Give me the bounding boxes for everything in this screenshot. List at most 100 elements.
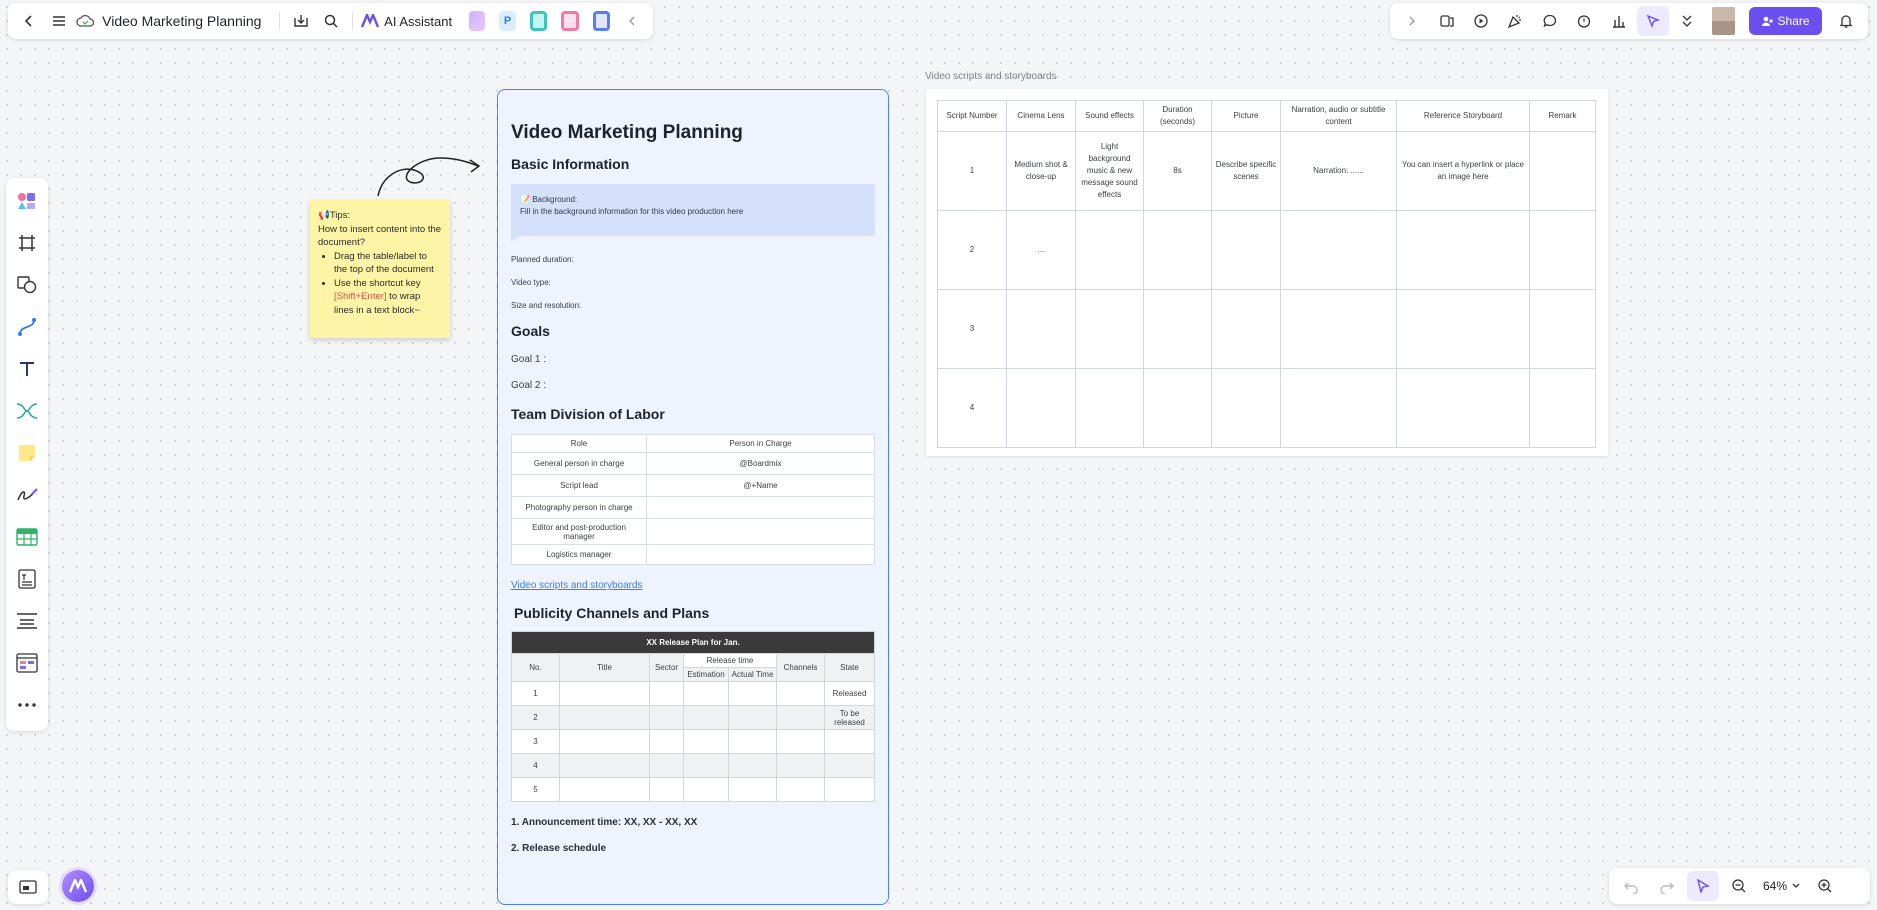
follow-cursor-icon[interactable] bbox=[1636, 6, 1670, 36]
sticky-note[interactable]: 📢Tips: How to insert content into the do… bbox=[310, 200, 450, 338]
minimap-button[interactable] bbox=[8, 870, 48, 904]
goal-2-field[interactable]: Goal 2 : bbox=[511, 380, 875, 391]
connector-icon[interactable] bbox=[10, 310, 44, 344]
more-chevron-icon[interactable] bbox=[1671, 6, 1703, 36]
release-cell-state[interactable] bbox=[824, 753, 875, 778]
release-cell-no[interactable]: 5 bbox=[511, 777, 560, 802]
release-cell[interactable] bbox=[559, 753, 650, 778]
goal-1-field[interactable]: Goal 1 : bbox=[511, 354, 875, 365]
team-cell[interactable] bbox=[646, 518, 875, 545]
frame-icon[interactable] bbox=[10, 226, 44, 260]
sb-cell[interactable] bbox=[1396, 210, 1530, 290]
ai-assistant-button[interactable]: AI Assistant bbox=[361, 14, 452, 29]
sb-cell[interactable] bbox=[1280, 210, 1397, 290]
document-block[interactable]: Video Marketing Planning Basic Informati… bbox=[497, 89, 889, 905]
release-plan-table[interactable]: XX Release Plan for Jan. No. Title Secto… bbox=[511, 631, 875, 802]
storyboard-frame-title[interactable]: Video scripts and storyboards bbox=[925, 71, 1057, 82]
sb-cell[interactable] bbox=[1211, 289, 1281, 369]
document-icon[interactable] bbox=[10, 562, 44, 596]
release-cell-state[interactable]: Released bbox=[824, 681, 875, 706]
release-cell[interactable] bbox=[776, 777, 825, 802]
sb-cell[interactable] bbox=[1006, 289, 1076, 369]
sb-cell[interactable] bbox=[1211, 368, 1281, 448]
announcement-time[interactable]: 1. Announcement time: XX, XX - XX, XX bbox=[511, 817, 875, 828]
background-callout[interactable]: 📝 Background: Fill in the background inf… bbox=[511, 184, 875, 242]
sb-cell[interactable]: 2 bbox=[937, 210, 1007, 290]
release-cell[interactable] bbox=[776, 681, 825, 706]
sb-cell[interactable] bbox=[1529, 368, 1596, 448]
release-cell[interactable] bbox=[683, 705, 729, 730]
notification-bell-icon[interactable] bbox=[1830, 6, 1862, 36]
ai-presentation-icon[interactable]: P bbox=[499, 11, 516, 31]
release-cell[interactable] bbox=[728, 705, 777, 730]
ai-flowchart-icon[interactable] bbox=[561, 11, 579, 31]
ai-assistant-bubble-icon[interactable] bbox=[62, 870, 94, 902]
sb-cell[interactable] bbox=[1529, 210, 1596, 290]
release-cell[interactable] bbox=[649, 729, 684, 754]
release-cell-no[interactable]: 2 bbox=[511, 705, 560, 730]
sb-cell[interactable] bbox=[1143, 289, 1212, 369]
team-cell[interactable]: Script lead bbox=[511, 474, 647, 497]
ai-image-icon[interactable] bbox=[469, 11, 486, 31]
kanban-icon[interactable] bbox=[10, 646, 44, 680]
vote-icon[interactable] bbox=[1602, 6, 1634, 36]
sticky-note-icon[interactable] bbox=[10, 436, 44, 470]
ai-chat-icon[interactable] bbox=[592, 11, 610, 31]
release-cell[interactable] bbox=[776, 753, 825, 778]
release-cell[interactable] bbox=[776, 705, 825, 730]
release-cell[interactable] bbox=[559, 705, 650, 730]
sb-cell[interactable] bbox=[1075, 289, 1144, 369]
list-icon[interactable] bbox=[10, 604, 44, 638]
sb-cell[interactable] bbox=[1211, 210, 1281, 290]
release-cell[interactable] bbox=[649, 777, 684, 802]
sb-cell[interactable] bbox=[1075, 368, 1144, 448]
team-table[interactable]: Role Person in Charge General person in … bbox=[511, 434, 875, 565]
video-type-field[interactable]: Video type: bbox=[511, 278, 875, 287]
sb-cell[interactable]: Medium shot & close-up bbox=[1006, 131, 1076, 211]
sb-cell[interactable]: 4 bbox=[937, 368, 1007, 448]
team-cell[interactable]: Editor and post-production manager bbox=[511, 518, 647, 545]
templates-icon[interactable] bbox=[1430, 6, 1462, 36]
more-tools-icon[interactable] bbox=[10, 688, 44, 722]
release-cell-no[interactable]: 1 bbox=[511, 681, 560, 706]
undo-icon[interactable] bbox=[1615, 871, 1647, 901]
zoom-out-icon[interactable] bbox=[1723, 871, 1755, 901]
sb-cell[interactable]: 3 bbox=[937, 289, 1007, 369]
release-cell-no[interactable]: 3 bbox=[511, 729, 560, 754]
celebrate-icon[interactable] bbox=[1499, 6, 1531, 36]
release-cell-state[interactable]: To be released bbox=[824, 705, 875, 730]
planned-duration-field[interactable]: Planned duration: bbox=[511, 255, 875, 264]
release-cell[interactable] bbox=[776, 729, 825, 754]
release-cell-no[interactable]: 4 bbox=[511, 753, 560, 778]
sb-cell[interactable] bbox=[1075, 210, 1144, 290]
sb-cell[interactable] bbox=[1006, 368, 1076, 448]
size-resolution-field[interactable]: Size and resolution: bbox=[511, 301, 875, 310]
team-cell[interactable]: @+Name bbox=[646, 474, 875, 497]
team-cell[interactable]: @Boardmix bbox=[646, 452, 875, 475]
storyboard-table[interactable]: Script Number Cinema Lens Sound effects … bbox=[937, 100, 1596, 448]
sb-cell[interactable] bbox=[1529, 289, 1596, 369]
sb-cell[interactable]: Narration: ...... bbox=[1280, 131, 1397, 211]
team-cell[interactable] bbox=[646, 496, 875, 519]
text-icon[interactable] bbox=[10, 352, 44, 386]
release-cell[interactable] bbox=[728, 681, 777, 706]
team-cell[interactable] bbox=[646, 544, 875, 565]
release-cell[interactable] bbox=[649, 753, 684, 778]
download-icon[interactable] bbox=[288, 5, 314, 37]
search-icon[interactable] bbox=[318, 5, 344, 37]
sb-cell[interactable] bbox=[1143, 210, 1212, 290]
expand-chevron-icon[interactable] bbox=[1396, 6, 1428, 36]
sb-cell[interactable] bbox=[1529, 131, 1596, 211]
sb-cell[interactable] bbox=[1396, 368, 1530, 448]
sb-cell[interactable]: Describe specific scenes bbox=[1211, 131, 1281, 211]
release-cell-state[interactable] bbox=[824, 777, 875, 802]
sb-cell[interactable] bbox=[1396, 289, 1530, 369]
release-cell[interactable] bbox=[559, 777, 650, 802]
sb-cell[interactable] bbox=[1280, 289, 1397, 369]
board-title[interactable]: Video Marketing Planning bbox=[102, 13, 261, 29]
back-icon[interactable] bbox=[16, 5, 42, 37]
storyboard-link[interactable]: Video scripts and storyboards bbox=[511, 580, 875, 591]
ai-shapes-icon[interactable] bbox=[10, 184, 44, 218]
menu-icon[interactable] bbox=[46, 5, 72, 37]
zoom-dropdown[interactable]: 64% bbox=[1759, 879, 1805, 893]
